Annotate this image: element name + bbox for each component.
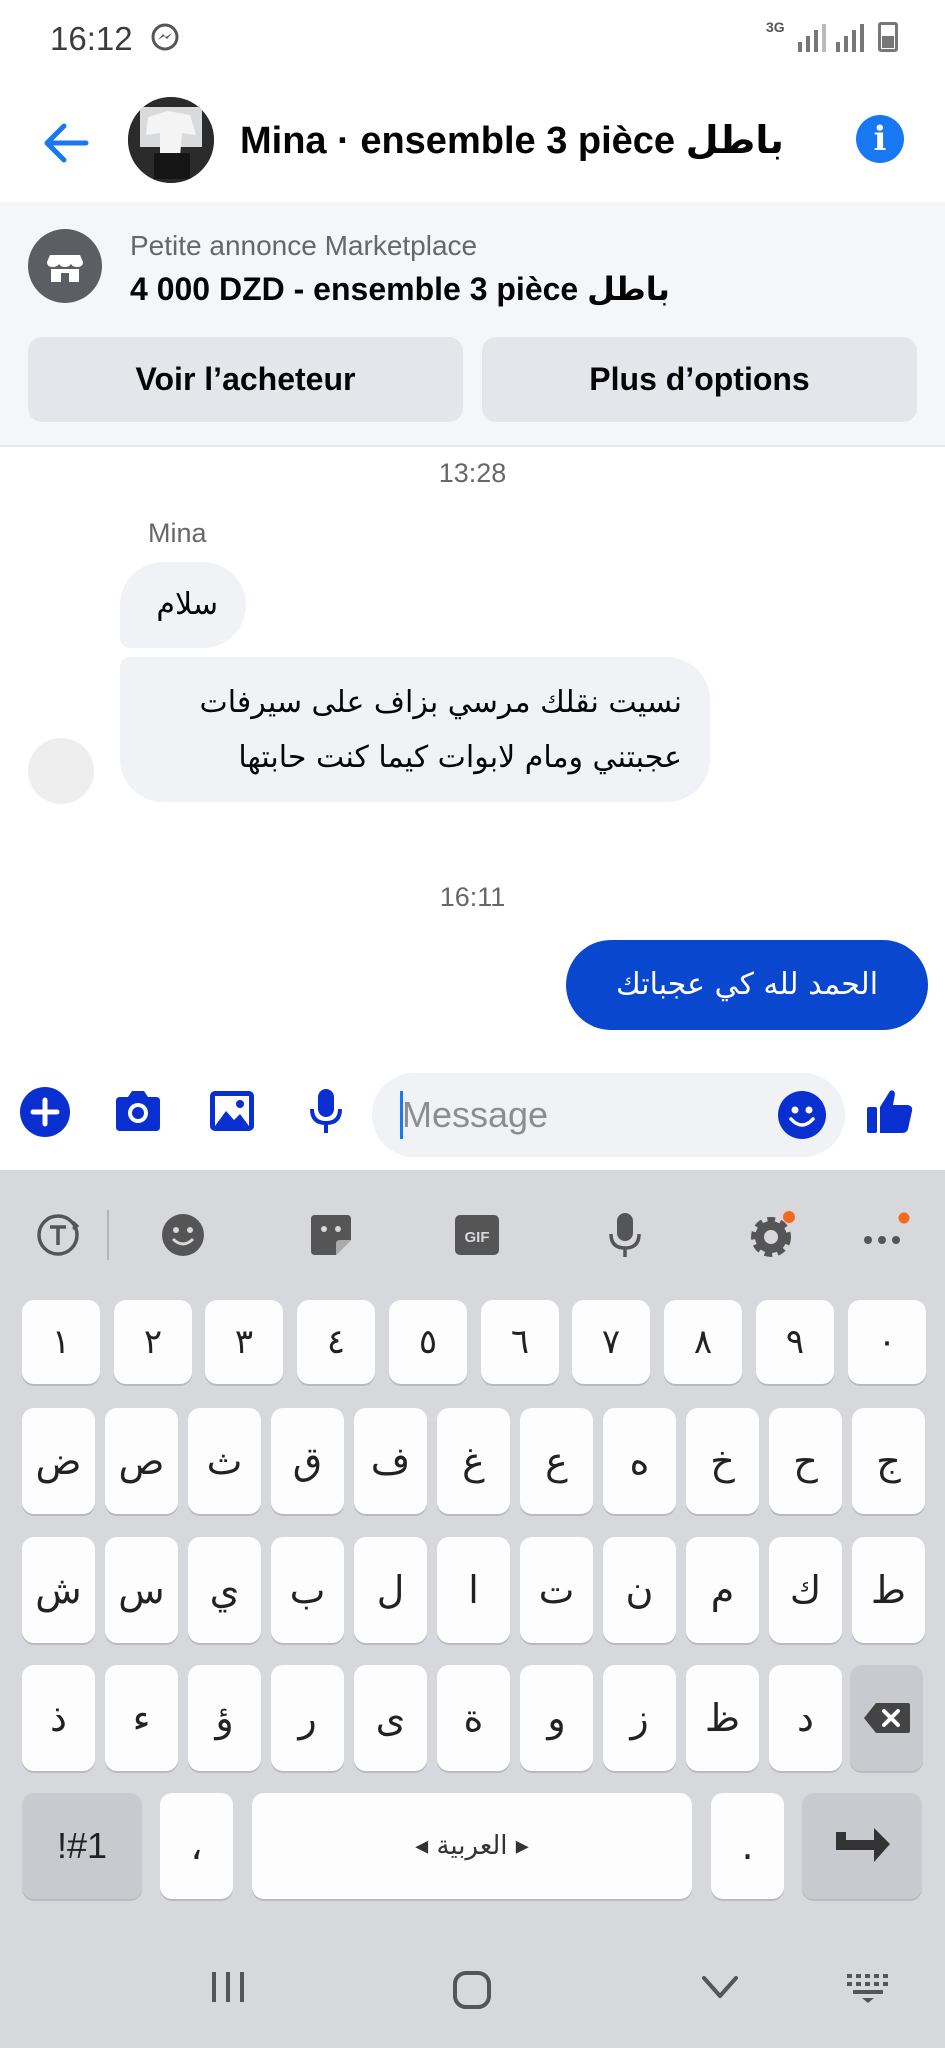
listing-title[interactable]: 4 000 DZD - ensemble 3 pièce باطل [130,270,670,308]
mic-icon[interactable] [300,1085,352,1137]
more-options-button[interactable]: Plus d’options [482,337,917,422]
text-cursor [400,1091,403,1139]
info-icon[interactable]: i [856,115,904,163]
image-icon[interactable] [206,1085,258,1137]
translate-icon[interactable] [33,1210,83,1260]
listing-type-label: Petite annonce Marketplace [130,230,478,261]
key-letter[interactable]: ي [188,1537,261,1643]
sender-name: Mina [148,518,207,548]
chat-title[interactable]: Mina · ensemble 3 pièce باطل [240,118,784,163]
incoming-message-bubble[interactable]: سلام [120,562,246,648]
key-7[interactable]: ٧ [572,1300,650,1384]
key-5[interactable]: ٥ [389,1300,467,1384]
enter-key[interactable] [802,1793,922,1899]
message-timestamp: 16:11 [439,882,506,912]
key-2[interactable]: ٢ [114,1300,192,1384]
key-letter[interactable]: ء [105,1665,178,1771]
key-letter[interactable]: ض [22,1408,95,1514]
key-letter[interactable]: ل [354,1537,427,1643]
keyboard-icon[interactable] [845,1970,891,2004]
emoji-icon[interactable] [158,1210,208,1260]
key-letter[interactable]: ه [603,1408,676,1514]
backspace-key[interactable] [850,1665,923,1771]
key-letter[interactable]: ة [437,1665,510,1771]
key-letter[interactable]: ف [354,1408,427,1514]
toolbar-divider [107,1210,109,1260]
gif-icon[interactable]: GIF [452,1210,502,1260]
key-letter[interactable]: ك [769,1537,842,1643]
key-0[interactable]: ٠ [848,1300,926,1384]
sender-avatar[interactable] [28,738,94,804]
key-letter[interactable]: ؤ [188,1665,261,1771]
message-timestamp: 13:28 [438,458,507,488]
key-letter[interactable]: ظ [686,1665,759,1771]
back-arrow-icon[interactable] [38,115,94,171]
key-letter[interactable]: ج [852,1408,925,1514]
messenger-notification-icon [151,23,179,51]
key-letter[interactable]: ن [603,1537,676,1643]
emoji-icon[interactable] [778,1091,826,1139]
plus-icon[interactable] [20,1087,70,1137]
more-icon[interactable] [860,1210,910,1260]
mic-icon[interactable] [600,1210,650,1260]
thumbs-up-icon[interactable] [864,1085,916,1137]
key-letter[interactable]: ع [520,1408,593,1514]
enter-icon [836,1828,890,1862]
key-8[interactable]: ٨ [664,1300,742,1384]
key-letter[interactable]: ص [105,1408,178,1514]
sticker-icon[interactable] [306,1210,356,1260]
store-icon [28,229,102,303]
contact-avatar[interactable] [128,97,214,183]
key-letter[interactable]: ز [603,1665,676,1771]
signal-strength-icon [798,24,826,52]
period-key[interactable]: . [711,1793,784,1899]
key-letter[interactable]: ش [22,1537,95,1643]
key-letter[interactable]: ق [271,1408,344,1514]
comma-key[interactable]: ، [160,1793,233,1899]
key-letter[interactable]: ط [852,1537,925,1643]
key-3[interactable]: ٣ [205,1300,283,1384]
key-4[interactable]: ٤ [297,1300,375,1384]
key-letter[interactable]: م [686,1537,759,1643]
key-letter[interactable]: د [769,1665,842,1771]
message-input[interactable] [372,1073,845,1157]
key-letter[interactable]: ا [437,1537,510,1643]
key-letter[interactable]: س [105,1537,178,1643]
key-letter[interactable]: غ [437,1408,510,1514]
recents-icon[interactable] [208,1970,248,2004]
status-time: 16:12 [50,20,133,57]
signal-strength-icon [836,24,864,52]
svg-text:GIF: GIF [465,1229,490,1246]
symbols-key[interactable]: !#1 [22,1793,142,1899]
backspace-icon [863,1703,910,1733]
outgoing-message-bubble[interactable]: الحمد لله كي عجباتك [566,940,928,1030]
key-letter[interactable]: ث [188,1408,261,1514]
camera-icon[interactable] [112,1085,164,1137]
space-key[interactable]: ◂ العربية ▸ [252,1793,692,1899]
key-letter[interactable]: و [520,1665,593,1771]
home-icon[interactable] [452,1970,492,2010]
key-letter[interactable]: ر [271,1665,344,1771]
key-letter[interactable]: ت [520,1537,593,1643]
settings-icon[interactable] [746,1210,796,1260]
back-icon[interactable] [700,1970,740,2006]
key-1[interactable]: ١ [22,1300,100,1384]
key-6[interactable]: ٦ [481,1300,559,1384]
incoming-message-bubble[interactable]: نسيت نقلك مرسي بزاف على سيرفات عجبتني وم… [120,657,710,802]
view-buyer-button[interactable]: Voir l’acheteur [28,337,463,422]
key-letter[interactable]: خ [686,1408,759,1514]
key-letter[interactable]: ذ [22,1665,95,1771]
key-letter[interactable]: ب [271,1537,344,1643]
key-letter[interactable]: ح [769,1408,842,1514]
battery-icon [878,22,898,52]
marketplace-listing-panel: Petite annonce Marketplace 4 000 DZD - e… [0,202,945,447]
network-type-label: 3G [766,19,785,35]
key-9[interactable]: ٩ [756,1300,834,1384]
key-letter[interactable]: ى [354,1665,427,1771]
